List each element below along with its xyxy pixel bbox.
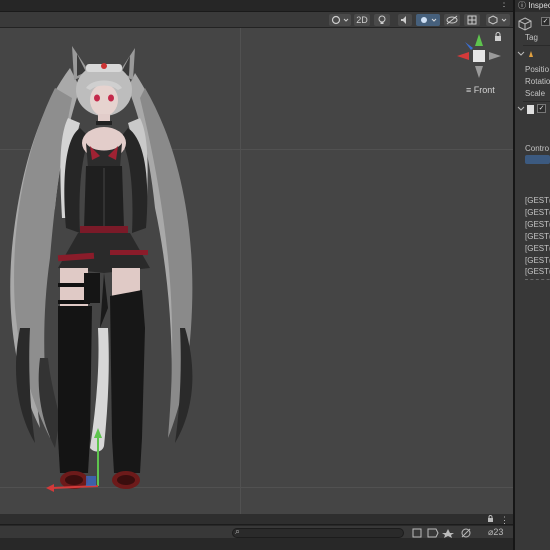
shading-mode-icon xyxy=(331,15,349,25)
favorite-star-icon xyxy=(442,529,454,538)
hidden-objects-toggle-button[interactable] xyxy=(444,14,460,26)
transform-icon xyxy=(529,51,533,57)
hidden-count-badge[interactable]: ⌀23 xyxy=(488,527,503,538)
gameobject-cube-icon xyxy=(518,17,532,31)
lighting-toggle-button[interactable] xyxy=(374,14,390,26)
lock-icon[interactable] xyxy=(493,32,503,42)
search-icon: ⌕ xyxy=(235,526,241,536)
lock-icon[interactable]: ⋮ xyxy=(485,514,509,525)
filter-by-type-icon xyxy=(412,528,422,538)
divider xyxy=(523,45,550,46)
list-item[interactable]: [GEST( xyxy=(525,232,550,241)
view-direction-label[interactable]: ≡ Front xyxy=(466,85,495,95)
component-enabled-checkbox[interactable]: ✓ xyxy=(537,104,546,113)
effects-dropdown[interactable] xyxy=(416,14,440,26)
script-component-icon xyxy=(527,105,534,114)
controller-label: Contro xyxy=(525,144,550,153)
menu-icon: ≡ xyxy=(466,85,474,95)
grid-icon xyxy=(467,15,477,25)
scale-label: Scale xyxy=(525,89,546,98)
gameobject-active-checkbox[interactable]: ✓ xyxy=(541,17,550,26)
scene-menu-dots-icon[interactable]: ⋮ xyxy=(499,0,509,9)
chevron-down-icon xyxy=(517,51,525,56)
rotation-label: Rotatio xyxy=(525,77,550,86)
lightbulb-icon xyxy=(378,15,386,24)
gizmos-dropdown[interactable] xyxy=(486,14,510,26)
bottom-panel-tabs: ⋮ xyxy=(0,514,513,525)
audio-toggle-button[interactable] xyxy=(398,14,412,26)
list-item[interactable]: [GEST( xyxy=(525,196,550,205)
inspector-panel: ⓘ Inspec ✓ Tag Positio Rotatio Scale ✓ C… xyxy=(515,0,550,550)
draw-mode-dropdown[interactable] xyxy=(329,14,351,26)
position-label: Positio xyxy=(525,65,550,74)
audio-icon xyxy=(401,16,406,24)
tab-inspector[interactable]: ⓘ Inspec xyxy=(515,0,550,12)
list-item[interactable]: [GEST( xyxy=(525,220,550,229)
hidden-packages-icon xyxy=(461,528,471,538)
window-top-strip: ⋮ xyxy=(0,0,513,12)
info-icon: ⓘ xyxy=(518,1,529,10)
list-item[interactable]: [GEST( xyxy=(525,267,550,276)
divider xyxy=(525,279,550,280)
effects-icon xyxy=(421,17,437,23)
controller-field[interactable] xyxy=(525,155,550,164)
grid-toggle-button[interactable] xyxy=(464,14,480,26)
list-item[interactable]: [GEST( xyxy=(525,256,550,265)
scene-viewport[interactable] xyxy=(0,28,513,514)
scene-toolbar: 2D xyxy=(0,12,513,28)
filter-by-label-icon xyxy=(427,528,439,538)
list-item[interactable]: [GEST( xyxy=(525,208,550,217)
cube-icon xyxy=(488,15,507,25)
bottom-toolbar-icons xyxy=(412,528,471,538)
tag-label: Tag xyxy=(525,33,538,42)
divider xyxy=(523,101,550,102)
asset-search-input[interactable]: ⌕ xyxy=(232,526,404,538)
bottom-panel: ⋮ ⌕ ⌀23 xyxy=(0,514,513,550)
2d-toggle-button[interactable]: 2D xyxy=(354,14,370,26)
eye-slash-icon xyxy=(446,15,458,25)
svg-text:⋮: ⋮ xyxy=(500,515,509,524)
avatar-model[interactable] xyxy=(0,28,513,514)
list-item[interactable]: [GEST( xyxy=(525,244,550,253)
transform-component-header[interactable] xyxy=(517,49,537,59)
